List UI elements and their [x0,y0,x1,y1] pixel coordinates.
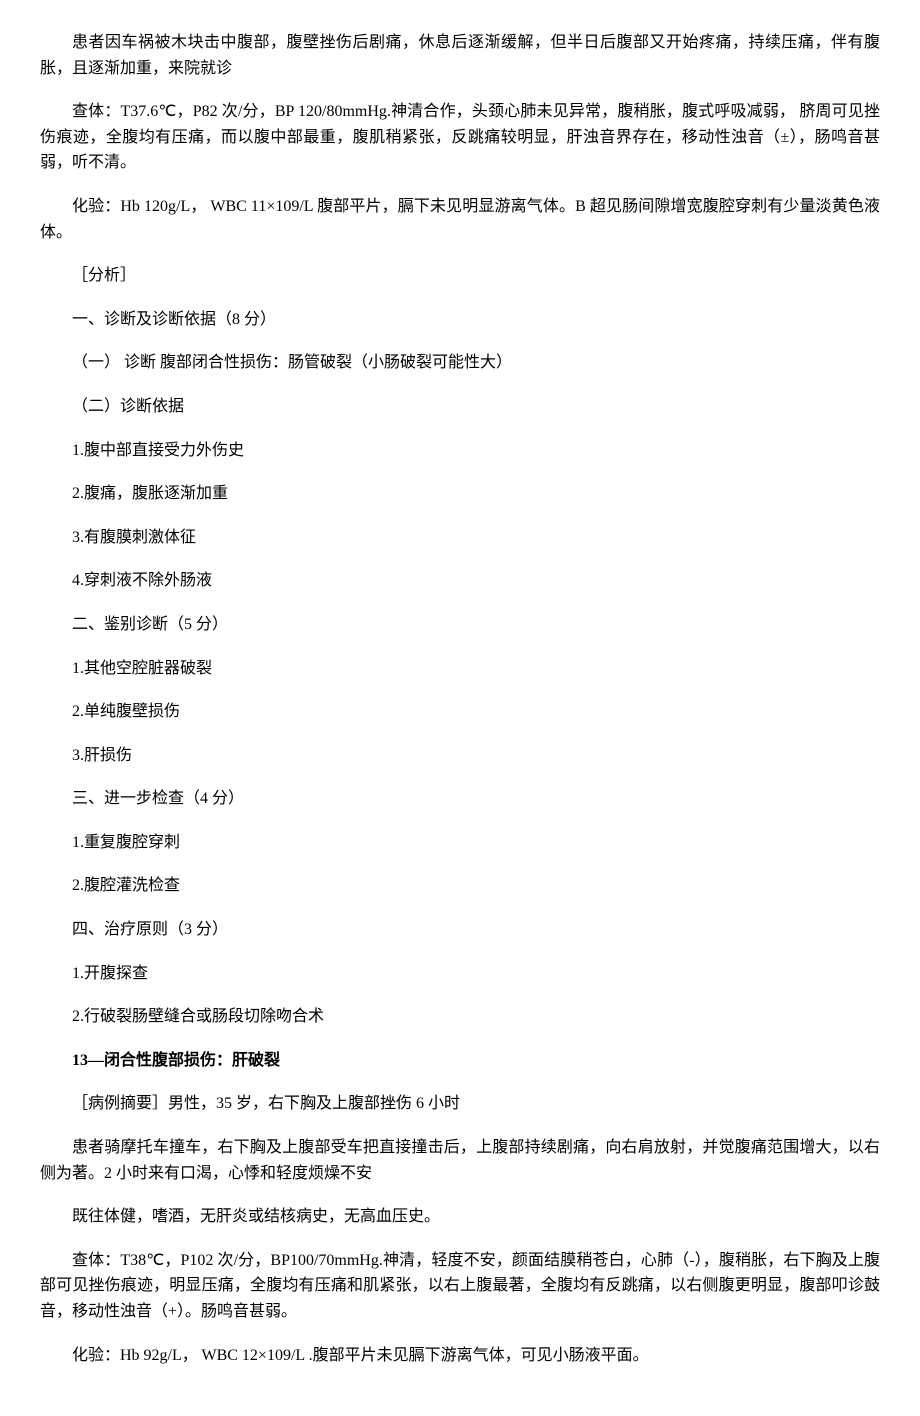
section3-title: 三、进一步检查（4 分） [40,786,880,812]
case13-lab: 化验：Hb 92g/L， WBC 12×109/L .腹部平片未见膈下游离气体，… [40,1343,880,1369]
section1-title: 一、诊断及诊断依据（8 分） [40,307,880,333]
check2: 2.腹腔灌洗检查 [40,873,880,899]
case12-history: 患者因车祸被木块击中腹部，腹壁挫伤后剧痛，休息后逐渐缓解，但半日后腹部又开始疼痛… [40,30,880,81]
section4-title: 四、治疗原则（3 分） [40,917,880,943]
case13-summary: ［病例摘要］男性，35 岁，右下胸及上腹部挫伤 6 小时 [40,1091,880,1117]
analysis-label: ［分析］ [40,263,880,289]
treat2: 2.行破裂肠壁缝合或肠段切除吻合术 [40,1004,880,1030]
check1: 1.重复腹腔穿刺 [40,830,880,856]
case13-history: 患者骑摩托车撞车，右下胸及上腹部受车把直接撞击后，上腹部持续剧痛，向右肩放射，并… [40,1135,880,1186]
basis3: 3.有腹膜刺激体征 [40,525,880,551]
diff2: 2.单纯腹壁损伤 [40,699,880,725]
case12-exam: 查体：T37.6℃，P82 次/分，BP 120/80mmHg.神清合作，头颈心… [40,99,880,176]
case12-lab: 化验：Hb 120g/L， WBC 11×109/L 腹部平片，膈下未见明显游离… [40,194,880,245]
case13-exam: 查体：T38℃，P102 次/分，BP100/70mmHg.神清，轻度不安，颜面… [40,1248,880,1325]
case13-title: 13—闭合性腹部损伤：肝破裂 [40,1048,880,1074]
case13-past: 既往体健，嗜酒，无肝炎或结核病史，无高血压史。 [40,1204,880,1230]
section2-title: 二、鉴别诊断（5 分） [40,612,880,638]
basis4: 4.穿刺液不除外肠液 [40,568,880,594]
treat1: 1.开腹探查 [40,961,880,987]
diff3: 3.肝损伤 [40,743,880,769]
diagnosis2: （二）诊断依据 [40,394,880,420]
diagnosis1: （一） 诊断 腹部闭合性损伤：肠管破裂（小肠破裂可能性大） [40,350,880,376]
basis2: 2.腹痛，腹胀逐渐加重 [40,481,880,507]
basis1: 1.腹中部直接受力外伤史 [40,438,880,464]
diff1: 1.其他空腔脏器破裂 [40,656,880,682]
